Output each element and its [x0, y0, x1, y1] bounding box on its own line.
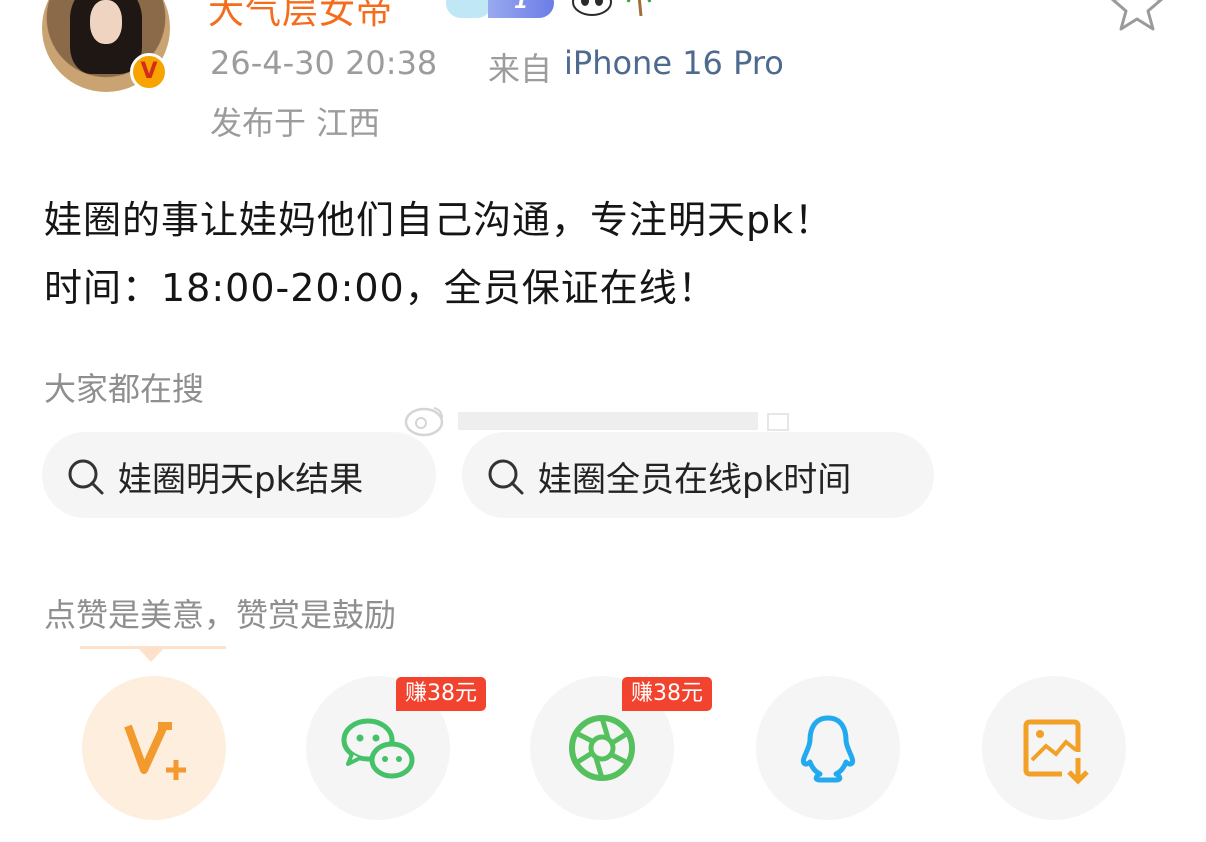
vip-plus-icon	[124, 722, 186, 780]
earn-badge: 赚38元	[622, 677, 712, 711]
panda-icon	[572, 0, 612, 16]
avatar-face	[90, 0, 122, 44]
source-prefix: 来自	[488, 50, 553, 88]
save-image-button[interactable]	[982, 676, 1126, 820]
post-content: 娃圈的事让娃妈他们自己沟通，专注明天pk！ 时间：18:00-20:00，全员保…	[44, 186, 833, 322]
reward-vip-button[interactable]	[82, 676, 226, 820]
favorite-star-icon[interactable]	[1110, 0, 1164, 34]
search-chip[interactable]: 娃圈全员在线pk时间	[462, 432, 934, 518]
post-timestamp: 26-4-30 20:38	[210, 44, 438, 82]
post-location: 发布于 江西	[210, 104, 381, 142]
post-content-line: 时间：18:00-20:00，全员保证在线！	[44, 266, 717, 310]
tip-caret	[138, 648, 164, 662]
search-icon	[68, 459, 104, 495]
palm-tree-icon	[626, 0, 652, 17]
save-image-icon	[1023, 719, 1089, 785]
share-qq-button[interactable]	[756, 676, 900, 820]
trending-search-title: 大家都在搜	[44, 370, 205, 408]
search-chip-label: 娃圈明天pk结果	[118, 460, 364, 500]
reward-tip: 点赞是美意，赞赏是鼓励	[44, 596, 397, 634]
search-chip[interactable]: 娃圈明天pk结果	[42, 432, 436, 518]
device-link[interactable]: iPhone 16 Pro	[564, 44, 784, 82]
post-content-line: 娃圈的事让娃妈他们自己沟通，专注明天pk！	[44, 198, 834, 242]
search-icon	[488, 459, 524, 495]
cloud-badge-icon	[446, 0, 492, 18]
level-badge: 1	[488, 0, 554, 18]
moments-icon	[569, 715, 635, 781]
author-name[interactable]: 大气层女帝	[208, 0, 393, 34]
earn-badge: 赚38元	[396, 677, 486, 711]
search-chip-label: 娃圈全员在线pk时间	[538, 460, 852, 500]
qq-icon	[801, 715, 855, 783]
wechat-icon	[341, 718, 415, 779]
verified-badge-icon: V	[130, 53, 168, 91]
